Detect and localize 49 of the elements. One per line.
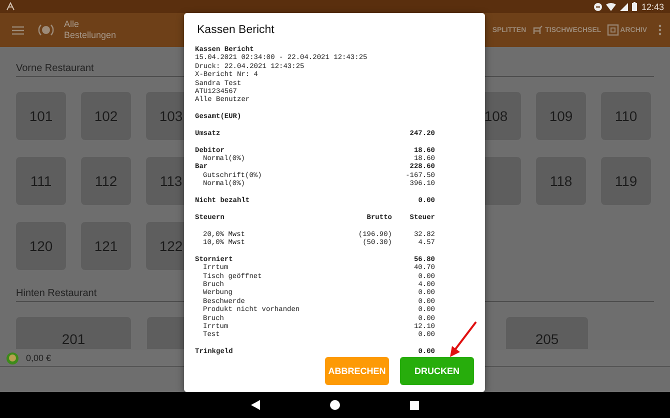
table-tile[interactable]: 118 [536, 157, 586, 205]
table-number: 120 [29, 238, 53, 254]
table-number: 109 [549, 108, 573, 124]
table-number: 112 [94, 173, 118, 189]
table-number: 110 [614, 108, 638, 124]
dialog-button[interactable]: ABBRECHEN [325, 357, 389, 385]
table-number: 103 [159, 108, 183, 124]
pointer-arrow [448, 321, 478, 359]
table-tile[interactable]: 112 [81, 157, 131, 205]
table-tile[interactable]: 201 [16, 317, 131, 349]
total-amount: 0,00 € [26, 353, 52, 363]
table-number: 122 [159, 238, 183, 254]
table-tile[interactable]: 120 [16, 222, 66, 270]
signal-icon [620, 2, 628, 10]
chair-icon [532, 24, 544, 36]
table-tile[interactable]: 109 [536, 92, 586, 140]
wifi-icon [606, 2, 616, 10]
table-tile[interactable]: 111 [16, 157, 66, 205]
table-number: 113 [160, 173, 182, 189]
app-title: Alle Bestellungen [64, 19, 118, 41]
battery-icon [632, 2, 638, 11]
table-number: 119 [614, 173, 638, 189]
table-number: 108 [484, 108, 508, 124]
table-number: 111 [30, 173, 52, 189]
table-tile[interactable]: 110 [601, 92, 651, 140]
table-number: 205 [535, 331, 559, 347]
recents-icon[interactable] [410, 400, 419, 410]
table-number: 121 [94, 238, 118, 254]
table-number: 118 [550, 173, 572, 189]
table-tile[interactable]: 119 [601, 157, 651, 205]
table-tile[interactable]: 121 [81, 222, 131, 270]
menu-icon[interactable] [12, 26, 24, 34]
coin-icon [6, 352, 19, 364]
more-icon[interactable] [658, 24, 662, 36]
dialog-button[interactable]: DRUCKEN [400, 357, 474, 385]
app-notification-icon [6, 2, 15, 11]
radio-icon[interactable] [38, 22, 54, 38]
back-icon[interactable] [251, 400, 260, 410]
do-not-disturb-icon [594, 2, 602, 10]
table-tile[interactable]: 101 [16, 92, 66, 140]
table-number: 201 [62, 331, 86, 347]
table-tile[interactable]: 205 [506, 317, 588, 349]
home-icon[interactable] [330, 400, 340, 410]
document-icon [607, 24, 620, 36]
dialog-title: Kassen Bericht [197, 24, 276, 36]
table-number: 101 [29, 108, 53, 124]
table-tile[interactable]: 102 [81, 92, 131, 140]
clock-time: 12:43 [641, 2, 664, 12]
table-number: 102 [94, 108, 118, 124]
